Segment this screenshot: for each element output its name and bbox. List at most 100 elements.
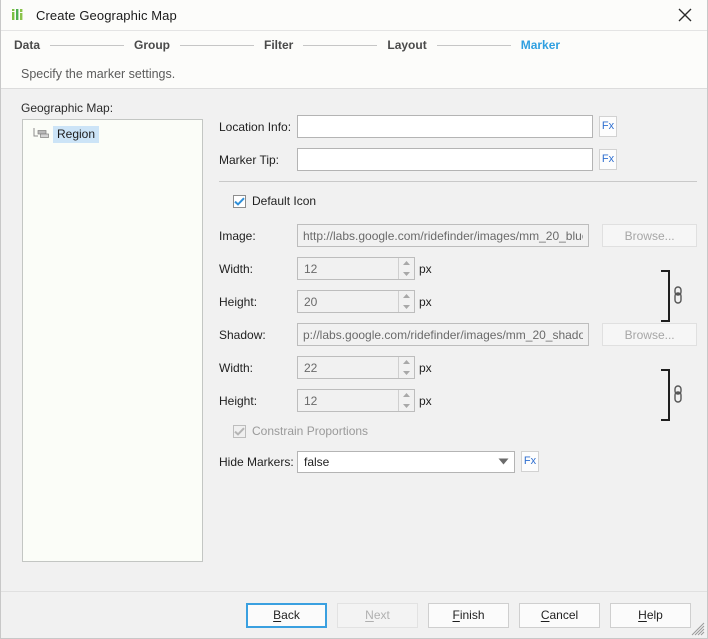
image-label: Image: bbox=[219, 229, 297, 243]
step-connector bbox=[303, 45, 377, 46]
help-button-mnemonic: H bbox=[638, 608, 647, 622]
image-width-unit: px bbox=[419, 262, 432, 276]
back-button-mnemonic: B bbox=[273, 608, 281, 622]
wizard-steps: Data Group Filter Layout Marker bbox=[1, 31, 707, 59]
window-title: Create Geographic Map bbox=[36, 8, 177, 23]
shadow-height-unit: px bbox=[419, 394, 432, 408]
constrain-proportions-row: Constrain Proportions bbox=[233, 422, 697, 440]
shadow-width-unit: px bbox=[419, 361, 432, 375]
shadow-height-label: Height: bbox=[219, 394, 297, 408]
hide-markers-label: Hide Markers: bbox=[219, 455, 297, 469]
geographic-map-label: Geographic Map: bbox=[21, 101, 113, 115]
tree-item-label: Region bbox=[53, 126, 99, 143]
shadow-height-stepper[interactable]: 12 bbox=[297, 389, 415, 412]
shadow-width-label: Width: bbox=[219, 361, 297, 375]
step-layout[interactable]: Layout bbox=[387, 38, 426, 52]
spinner-up-icon[interactable] bbox=[399, 390, 414, 401]
spinner-up-icon[interactable] bbox=[399, 291, 414, 302]
section-divider bbox=[219, 181, 697, 182]
shadow-browse-button[interactable]: Browse... bbox=[602, 323, 697, 346]
dialog-body: Geographic Map: Region Location Info: Fx bbox=[1, 89, 707, 591]
spinner-down-icon[interactable] bbox=[399, 302, 414, 313]
cancel-button-label: ancel bbox=[549, 608, 578, 622]
map-node-icon bbox=[31, 127, 53, 142]
default-icon-row: Default Icon bbox=[233, 192, 697, 210]
chain-link-icon bbox=[675, 386, 681, 402]
hide-markers-fx-button[interactable]: Fx bbox=[521, 451, 539, 472]
help-button[interactable]: Help bbox=[610, 603, 691, 628]
resize-grip[interactable] bbox=[691, 622, 705, 636]
image-path-input[interactable] bbox=[297, 224, 589, 247]
finish-button-mnemonic: F bbox=[452, 608, 459, 622]
marker-tip-label: Marker Tip: bbox=[219, 153, 297, 167]
spinner-up-icon[interactable] bbox=[399, 258, 414, 269]
step-connector bbox=[180, 45, 254, 46]
image-height-row: Height: 20 px bbox=[219, 290, 697, 313]
back-button[interactable]: Back bbox=[246, 603, 327, 628]
create-geographic-map-dialog: Create Geographic Map Data Group Filter … bbox=[0, 0, 708, 639]
shadow-width-row: Width: 22 px bbox=[219, 356, 697, 379]
spinner-up-icon[interactable] bbox=[399, 357, 414, 368]
shadow-width-spinner-arrows[interactable] bbox=[398, 357, 414, 378]
shadow-height-value: 12 bbox=[298, 394, 317, 408]
finish-button-label: inish bbox=[460, 608, 485, 622]
chevron-down-icon[interactable] bbox=[492, 452, 514, 472]
shadow-path-input[interactable] bbox=[297, 323, 589, 346]
step-connector bbox=[437, 45, 511, 46]
title-bar: Create Geographic Map bbox=[1, 0, 707, 31]
image-width-row: Width: 12 px bbox=[219, 257, 697, 280]
spinner-down-icon[interactable] bbox=[399, 269, 414, 280]
chain-link-icon bbox=[675, 287, 681, 303]
location-info-label: Location Info: bbox=[219, 120, 297, 134]
step-data[interactable]: Data bbox=[14, 38, 40, 52]
geographic-map-tree[interactable]: Region bbox=[22, 119, 203, 562]
marker-settings-form: Location Info: Fx Marker Tip: Fx Default… bbox=[219, 115, 697, 483]
marker-tip-fx-button[interactable]: Fx bbox=[599, 149, 617, 170]
step-connector bbox=[50, 45, 124, 46]
cancel-button[interactable]: Cancel bbox=[519, 603, 600, 628]
tree-item-region[interactable]: Region bbox=[23, 126, 202, 143]
hide-markers-row: Hide Markers: false Fx bbox=[219, 450, 697, 473]
location-info-row: Location Info: Fx bbox=[219, 115, 697, 138]
image-height-spinner-arrows[interactable] bbox=[398, 291, 414, 312]
location-info-fx-button[interactable]: Fx bbox=[599, 116, 617, 137]
back-button-label: ack bbox=[281, 608, 300, 622]
next-button: Next bbox=[337, 603, 418, 628]
marker-tip-input[interactable] bbox=[297, 148, 593, 171]
shadow-height-spinner-arrows[interactable] bbox=[398, 390, 414, 411]
image-width-value: 12 bbox=[298, 262, 317, 276]
image-row: Image: Browse... bbox=[219, 224, 697, 247]
image-width-label: Width: bbox=[219, 262, 297, 276]
spinner-down-icon[interactable] bbox=[399, 368, 414, 379]
hide-markers-select[interactable]: false bbox=[297, 451, 515, 473]
step-group[interactable]: Group bbox=[134, 38, 170, 52]
finish-button[interactable]: Finish bbox=[428, 603, 509, 628]
subtitle-bar: Specify the marker settings. bbox=[1, 59, 707, 89]
next-button-label: ext bbox=[374, 608, 390, 622]
default-icon-checkbox[interactable] bbox=[233, 195, 246, 208]
shadow-label: Shadow: bbox=[219, 328, 297, 342]
next-button-mnemonic: N bbox=[365, 608, 374, 622]
image-link-bracket bbox=[660, 269, 690, 323]
bar-chart-icon bbox=[10, 7, 27, 24]
subtitle-text: Specify the marker settings. bbox=[21, 67, 175, 81]
close-icon[interactable] bbox=[663, 0, 707, 30]
shadow-width-value: 22 bbox=[298, 361, 317, 375]
image-browse-button[interactable]: Browse... bbox=[602, 224, 697, 247]
step-filter[interactable]: Filter bbox=[264, 38, 293, 52]
image-width-spinner-arrows[interactable] bbox=[398, 258, 414, 279]
help-button-label: elp bbox=[647, 608, 663, 622]
shadow-height-row: Height: 12 px bbox=[219, 389, 697, 412]
shadow-width-stepper[interactable]: 22 bbox=[297, 356, 415, 379]
spinner-down-icon[interactable] bbox=[399, 401, 414, 412]
shadow-row: Shadow: Browse... bbox=[219, 323, 697, 346]
image-height-stepper[interactable]: 20 bbox=[297, 290, 415, 313]
marker-tip-row: Marker Tip: Fx bbox=[219, 148, 697, 171]
location-info-input[interactable] bbox=[297, 115, 593, 138]
step-marker[interactable]: Marker bbox=[521, 38, 560, 52]
constrain-proportions-label: Constrain Proportions bbox=[252, 424, 368, 438]
image-width-stepper[interactable]: 12 bbox=[297, 257, 415, 280]
default-icon-label: Default Icon bbox=[252, 194, 316, 208]
image-height-unit: px bbox=[419, 295, 432, 309]
constrain-proportions-checkbox bbox=[233, 425, 246, 438]
